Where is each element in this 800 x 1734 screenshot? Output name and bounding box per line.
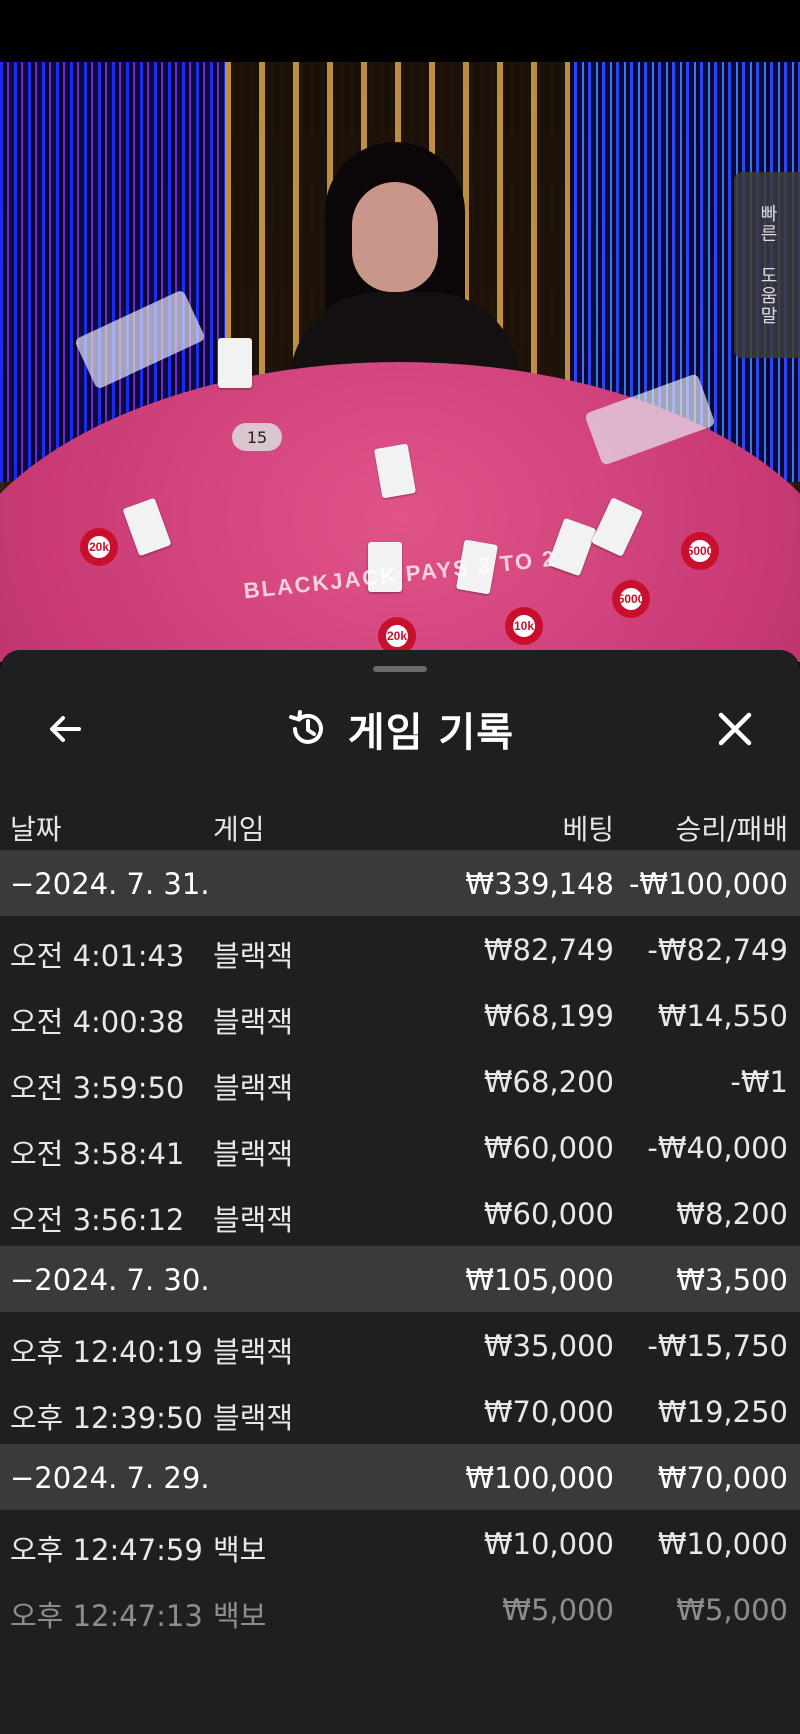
table-row[interactable]: 오후 12:47:59 백보 ₩10,000 ₩10,000 — [0, 1510, 800, 1576]
close-icon — [718, 712, 752, 746]
row-time: 오전 3:58:41 — [10, 1137, 185, 1171]
history-list: −2024. 7. 31. ₩339,148 -₩100,000 오전 4:01… — [0, 850, 800, 1642]
date-group-row[interactable]: −2024. 7. 30. ₩105,000 ₩3,500 — [0, 1246, 800, 1312]
sheet-title-group: 게임 기록 — [0, 704, 800, 756]
row-date: −2024. 7. 31. — [10, 867, 210, 901]
table-row[interactable]: 오전 3:56:12 블랙잭 ₩60,000 ₩8,200 — [0, 1180, 800, 1246]
game-history-sheet: 게임 기록 날짜 게임 베팅 승리/패배 −2024. 7. 31. ₩339,… — [0, 650, 800, 1734]
row-date: −2024. 7. 29. — [10, 1461, 210, 1495]
table-row[interactable]: 오전 4:01:43 블랙잭 ₩82,749 -₩82,749 — [0, 916, 800, 982]
row-bet: ₩82,749 — [483, 933, 614, 967]
row-bet: ₩68,199 — [483, 999, 614, 1033]
row-time: 오전 3:59:50 — [10, 1071, 185, 1105]
row-game: 블랙잭 — [213, 1203, 294, 1237]
row-result: ₩8,200 — [676, 1197, 788, 1231]
row-bet: ₩10,000 — [483, 1527, 614, 1561]
sheet-header: 게임 기록 — [0, 690, 800, 770]
card — [218, 338, 252, 388]
table-row[interactable]: 오후 12:47:13 백보 ₩5,000 ₩5,000 — [0, 1576, 800, 1642]
quick-help-tab[interactable]: 빠른 도움말 — [734, 172, 800, 358]
close-button[interactable] — [710, 704, 760, 754]
column-date: 날짜 — [10, 813, 62, 846]
date-group-row[interactable]: −2024. 7. 29. ₩100,000 ₩70,000 — [0, 1444, 800, 1510]
row-result: ₩19,250 — [657, 1395, 788, 1429]
row-game: 블랙잭 — [213, 1071, 294, 1105]
chip-5000: 5000 — [681, 532, 719, 570]
row-bet: ₩105,000 — [465, 1263, 614, 1297]
row-result: ₩14,550 — [657, 999, 788, 1033]
row-result: -₩100,000 — [628, 867, 788, 901]
row-result: -₩82,749 — [647, 933, 788, 967]
live-video: BLACKJACK PAYS 3 TO 2 20k 5000 5000 20k … — [0, 62, 800, 662]
row-time: 오후 12:39:50 — [10, 1401, 203, 1435]
column-bet: 베팅 — [562, 813, 614, 846]
row-result: -₩1 — [730, 1065, 788, 1099]
table-row[interactable]: 오후 12:40:19 블랙잭 ₩35,000 -₩15,750 — [0, 1312, 800, 1378]
table-row[interactable]: 오전 3:59:50 블랙잭 ₩68,200 -₩1 — [0, 1048, 800, 1114]
row-result: ₩10,000 — [657, 1527, 788, 1561]
column-game: 게임 — [213, 813, 265, 846]
table-row[interactable]: 오전 3:58:41 블랙잭 ₩60,000 -₩40,000 — [0, 1114, 800, 1180]
row-bet: ₩60,000 — [483, 1197, 614, 1231]
row-bet: ₩70,000 — [483, 1395, 614, 1429]
row-game: 블랙잭 — [213, 1401, 294, 1435]
row-game: 백보 — [213, 1533, 267, 1567]
column-result: 승리/패배 — [675, 813, 788, 846]
row-time: 오전 3:56:12 — [10, 1203, 185, 1237]
chip-20k: 20k — [80, 528, 118, 566]
dealer-face — [352, 182, 438, 292]
shoe-count-badge: 15 — [232, 423, 282, 451]
chip-10k: 10k — [505, 607, 543, 645]
row-result: ₩3,500 — [676, 1263, 788, 1297]
quick-help-label-1: 빠른 — [757, 204, 778, 244]
row-time: 오후 12:47:13 — [10, 1599, 203, 1633]
row-bet: ₩100,000 — [465, 1461, 614, 1495]
row-bet: ₩339,148 — [465, 867, 614, 901]
row-time: 오후 12:47:59 — [10, 1533, 203, 1567]
row-time: 오전 4:01:43 — [10, 939, 185, 973]
row-bet: ₩60,000 — [483, 1131, 614, 1165]
row-game: 블랙잭 — [213, 1335, 294, 1369]
quick-help-label-2: 도움말 — [757, 266, 778, 326]
row-bet: ₩68,200 — [483, 1065, 614, 1099]
history-icon — [288, 710, 323, 744]
row-game: 백보 — [213, 1599, 267, 1633]
row-result: ₩5,000 — [676, 1593, 788, 1627]
row-date: −2024. 7. 30. — [10, 1263, 210, 1297]
row-result: -₩15,750 — [647, 1329, 788, 1363]
row-time: 오후 12:40:19 — [10, 1335, 203, 1369]
sheet-drag-handle[interactable] — [373, 666, 427, 672]
row-bet: ₩35,000 — [483, 1329, 614, 1363]
row-time: 오전 4:00:38 — [10, 1005, 185, 1039]
row-game: 블랙잭 — [213, 1137, 294, 1171]
row-result: -₩40,000 — [647, 1131, 788, 1165]
row-game: 블랙잭 — [213, 1005, 294, 1039]
table-row[interactable]: 오전 4:00:38 블랙잭 ₩68,199 ₩14,550 — [0, 982, 800, 1048]
row-bet: ₩5,000 — [502, 1593, 614, 1627]
sheet-title: 게임 기록 — [347, 710, 515, 756]
date-group-row[interactable]: −2024. 7. 31. ₩339,148 -₩100,000 — [0, 850, 800, 916]
table-row[interactable]: 오후 12:39:50 블랙잭 ₩70,000 ₩19,250 — [0, 1378, 800, 1444]
chip-5000: 5000 — [612, 580, 650, 618]
table-header: 날짜 게임 베팅 승리/패배 — [0, 790, 800, 856]
row-game: 블랙잭 — [213, 939, 294, 973]
row-result: ₩70,000 — [657, 1461, 788, 1495]
